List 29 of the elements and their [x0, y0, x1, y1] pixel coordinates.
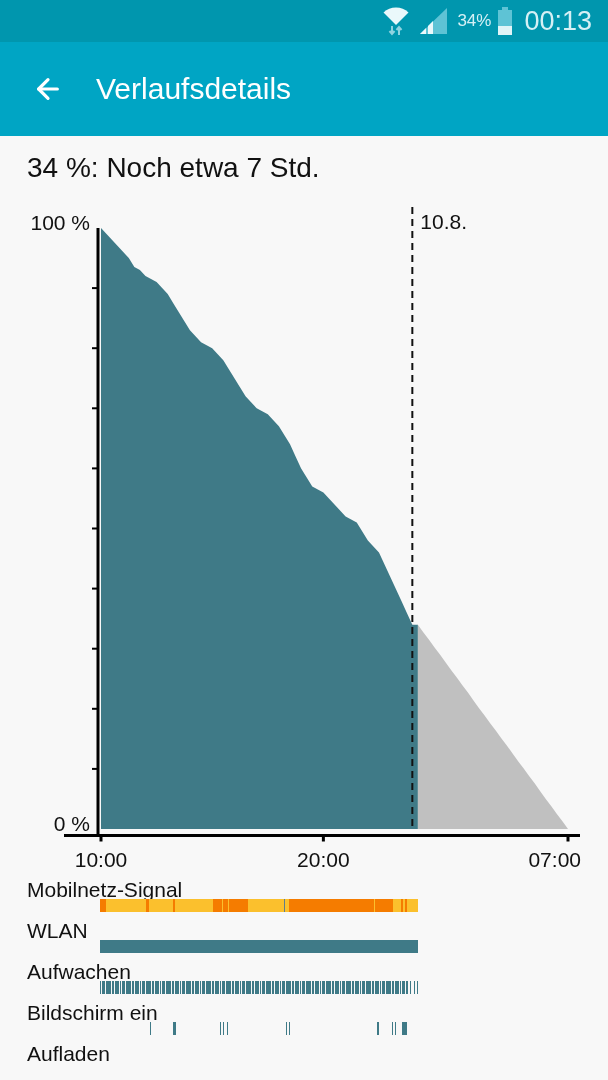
screen-on-mark — [392, 1022, 393, 1035]
usage-label: Bildschirm ein — [27, 1003, 158, 1022]
screen-on-mark — [173, 1022, 176, 1035]
screen-on-mark — [227, 1022, 228, 1035]
battery-summary: 34 %: Noch etwa 7 Std. — [27, 151, 321, 185]
screen-on-mark — [150, 1022, 151, 1035]
signal-icon — [420, 8, 448, 34]
screen-on-mark — [377, 1022, 379, 1035]
usage-label: Aufladen — [27, 1044, 110, 1063]
screen-title: Verlaufsdetails — [96, 71, 292, 107]
screen-on-mark — [286, 1022, 287, 1035]
wifi-icon — [382, 6, 411, 36]
date-label: 10.8. — [420, 210, 468, 233]
screen-on-mark — [402, 1022, 407, 1035]
x-axis-label: 20:00 — [297, 848, 350, 871]
battery-percent: 34% — [457, 11, 492, 31]
usage-label: Mobilnetz-Signal — [27, 880, 183, 899]
screen-on-mark — [289, 1022, 290, 1035]
usage-label: WLAN — [27, 921, 88, 940]
battery-icon — [498, 7, 513, 35]
usage-label: Aufwachen — [27, 962, 131, 981]
screen-on-mark — [395, 1022, 396, 1035]
status-time: 00:13 — [524, 6, 592, 36]
y-axis-label: 100 % — [30, 211, 90, 234]
x-axis-label: 10:00 — [74, 848, 128, 871]
screen-on-mark — [220, 1022, 221, 1035]
screen-on-mark — [223, 1022, 224, 1035]
x-axis-label: 07:00 — [528, 848, 581, 871]
y-axis-label: 0 % — [53, 812, 90, 835]
